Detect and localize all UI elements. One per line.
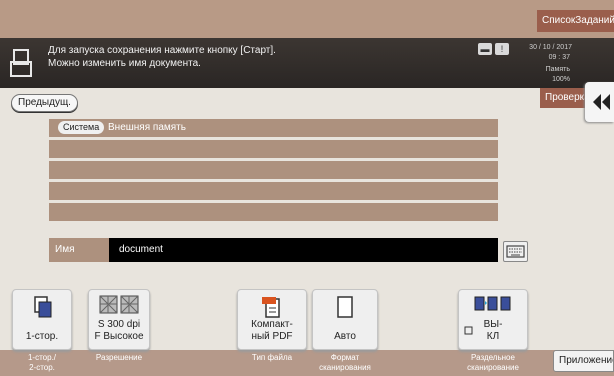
memory-value: 100% xyxy=(552,76,570,83)
keyboard-button[interactable] xyxy=(503,241,528,262)
pdf-file-icon xyxy=(262,297,280,318)
duplex-caption: 1-стор./ 2-стор. xyxy=(27,353,57,372)
separate-scan-icon xyxy=(474,296,511,311)
time: 09 : 37 xyxy=(548,54,570,61)
printer-status-icon: ▬ xyxy=(478,43,492,55)
document-name-input[interactable]: document xyxy=(109,238,498,262)
single-sided-icon xyxy=(34,296,52,318)
previous-button[interactable]: Предыдущ. xyxy=(11,94,78,112)
resolution-caption: Разрешение xyxy=(95,353,143,362)
location-chip[interactable]: Система xyxy=(58,121,105,134)
resolution-button[interactable]: S 300 dpi F Высокое xyxy=(88,289,150,350)
collapse-panel-button[interactable] xyxy=(585,82,614,122)
document-name-row: Имя document xyxy=(49,238,498,262)
list-item[interactable] xyxy=(49,182,498,200)
list-item[interactable] xyxy=(49,140,498,158)
scan-size-value: Авто xyxy=(334,331,356,342)
file-type-caption: Тип файла xyxy=(251,353,293,362)
duplex-setting-button[interactable]: 1-стор. xyxy=(12,289,72,350)
list-item[interactable]: Система Внешняя память xyxy=(49,119,498,137)
location-path: Внешняя память xyxy=(108,122,186,133)
keyboard-icon xyxy=(506,245,525,258)
page-icon xyxy=(337,296,353,318)
separate-scan-button[interactable]: ВЫ- КЛ xyxy=(458,289,528,350)
message-line-1: Для запуска сохранения нажмите кнопку [С… xyxy=(48,45,276,56)
application-button[interactable]: Приложение xyxy=(553,350,614,372)
top-bar xyxy=(0,0,614,38)
document-icon xyxy=(10,49,32,77)
memory-label: Память xyxy=(545,66,570,73)
list-item[interactable] xyxy=(49,161,498,179)
file-type-value: Компакт- ный PDF xyxy=(251,319,293,342)
double-chevron-left-icon xyxy=(593,94,610,110)
message-line-2: Можно изменить имя документа. xyxy=(48,58,201,69)
scan-size-button[interactable]: Авто xyxy=(312,289,378,350)
document-name-label: Имя xyxy=(49,238,109,262)
folder-list: Система Внешняя память xyxy=(49,119,498,224)
job-list-button[interactable]: СписокЗаданий xyxy=(537,10,614,32)
list-item[interactable] xyxy=(49,203,498,221)
separate-scan-caption: Раздельное сканирование xyxy=(467,353,519,372)
duplex-setting-value: 1-стор. xyxy=(25,331,59,342)
resolution-value: S 300 dpi F Высокое xyxy=(94,319,144,342)
date: 30 / 10 / 2017 xyxy=(529,44,572,51)
resolution-icon xyxy=(99,295,139,314)
check-button[interactable]: Проверка xyxy=(540,88,588,108)
file-type-button[interactable]: Компакт- ный PDF xyxy=(237,289,307,350)
separate-scan-value: ВЫ- КЛ xyxy=(483,319,503,342)
warning-icon: ! xyxy=(495,43,509,55)
scan-size-caption: Формат сканирования xyxy=(319,353,371,372)
